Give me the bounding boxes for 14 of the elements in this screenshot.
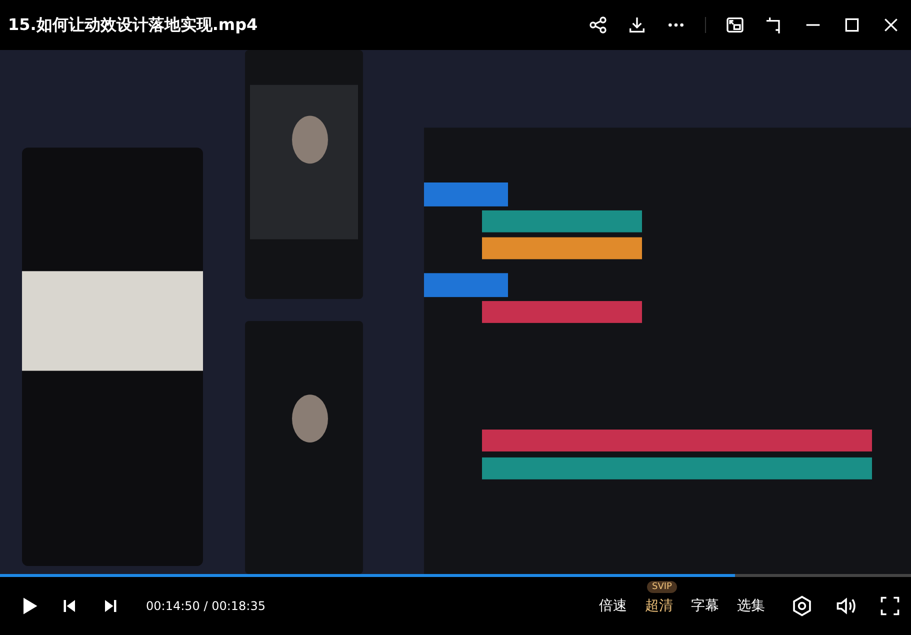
- share-icon[interactable]: [588, 15, 608, 35]
- badge: SVIP: [647, 581, 677, 593]
- player-option[interactable]: 字幕: [687, 593, 723, 619]
- download-icon[interactable]: [627, 15, 647, 35]
- picture-in-picture-icon[interactable]: [725, 15, 745, 35]
- playback-time: 00:14:50 / 00:18:35: [146, 599, 266, 613]
- fullscreen-icon[interactable]: [879, 595, 901, 617]
- player-option[interactable]: 倍速: [595, 593, 631, 619]
- volume-icon[interactable]: [835, 595, 857, 617]
- player-option[interactable]: 选集: [733, 593, 769, 619]
- settings-icon[interactable]: [791, 595, 813, 617]
- progress-bar[interactable]: [0, 574, 911, 577]
- player-option[interactable]: 超清: [641, 593, 677, 619]
- window-title: 15.如何让动效设计落地实现.mp4: [8, 14, 258, 36]
